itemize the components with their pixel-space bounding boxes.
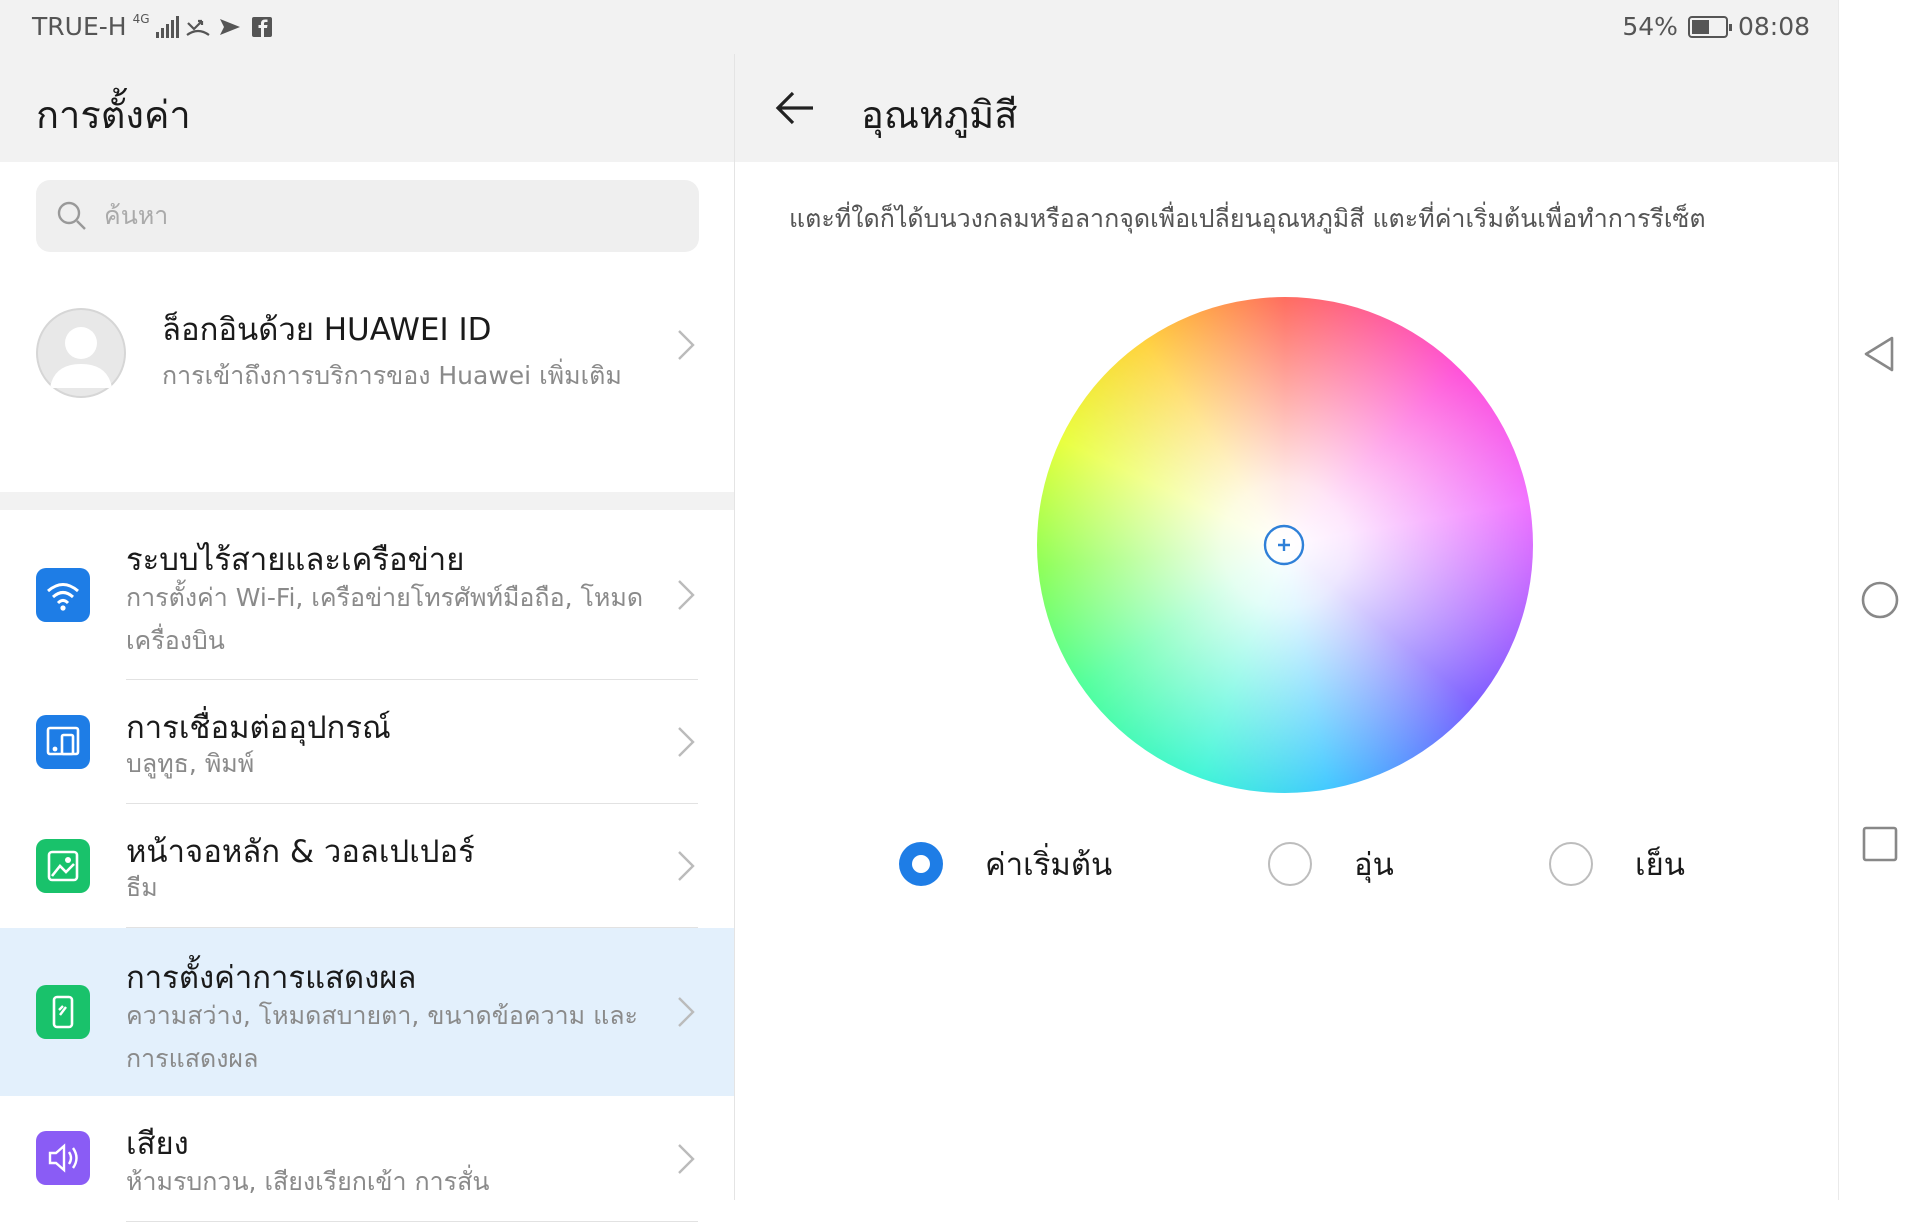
search-placeholder: ค้นหา [104,201,169,230]
option-default[interactable]: ค่าเริ่มต้น [899,834,1112,894]
battery-level-fill [1691,19,1709,34]
option-warm[interactable]: อุ่น [1268,834,1394,894]
search-icon [57,201,86,230]
chevron-right-icon [678,851,695,881]
settings-list-panel: การตั้งค่า ค้นหา ล็อกอินด้วย HUAWEI ID ก… [0,54,734,1222]
sound-icon [36,1131,90,1185]
option-label: ค่าเริ่มต้น [985,847,1113,883]
settings-item-subtitle: ความสว่าง, โหมดสบายตา, ขนาดข้อความ และกา… [126,1001,638,1073]
carrier-label: TRUE-H [32,12,127,41]
avatar [36,308,126,398]
settings-item-subtitle: การตั้งค่า Wi-Fi, เครือข่ายโทรศัพท์มือถื… [126,583,644,655]
account-subtitle: การเข้าถึงการบริการของ Huawei เพิ่มเติม [162,361,622,390]
option-label: อุ่น [1354,847,1394,883]
missed-call-icon [185,19,210,36]
send-icon [219,18,240,35]
chevron-right-icon [678,997,695,1027]
account-title: ล็อกอินด้วย HUAWEI ID [162,312,492,348]
wifi-icon [36,568,90,622]
chevron-right-icon [678,580,695,610]
chevron-right-icon [678,1144,695,1174]
page-title: การตั้งค่า [36,93,191,137]
battery-icon [1687,15,1732,38]
status-left: TRUE-H 4G [32,12,275,41]
network-type: 4G [132,11,150,26]
navigation-bar [1838,0,1920,1200]
recents-square-icon[interactable] [1858,822,1902,866]
option-label: เย็น [1635,847,1685,883]
section-divider [0,492,734,510]
huawei-id-login[interactable]: ล็อกอินด้วย HUAWEI ID การเข้าถึงการบริกา… [0,272,734,492]
chevron-right-icon [678,727,695,757]
settings-item-home-wallpaper[interactable]: หน้าจอหลัก & วอลเปเปอร์ ธีม [0,804,734,928]
back-triangle-icon[interactable] [1858,332,1902,376]
detail-header: อุณหภูมิสี [735,54,1838,162]
settings-item-subtitle: ห้ามรบกวน, เสียงเรียกเข้า การสั่น [126,1167,490,1196]
screen: TRUE-H 4G 54% 08:08 การตั้งค่า ค้นหา ล็อ… [0,0,1920,1222]
home-circle-icon[interactable] [1858,578,1902,622]
settings-item-sound[interactable]: เสียง ห้ามรบกวน, เสียงเรียกเข้า การสั่น [0,1096,734,1222]
settings-item-display[interactable]: การตั้งค่าการแสดงผล ความสว่าง, โหมดสบายต… [0,928,734,1096]
status-right: 54% 08:08 [1622,12,1810,41]
chevron-right-icon [678,330,695,360]
battery-percent: 54% [1622,12,1678,41]
settings-header: การตั้งค่า [0,54,734,162]
radio-warm[interactable] [1268,842,1312,886]
signal-icon [155,15,179,38]
display-icon [36,985,90,1039]
detail-title: อุณหภูมิสี [861,93,1018,137]
device-connection-icon [36,715,90,769]
settings-item-subtitle: ธีม [126,873,158,902]
instruction-text: แตะที่ใดก็ได้บนวงกลมหรือลากจุดเพื่อเปลี่… [789,204,1706,233]
option-cool[interactable]: เย็น [1549,834,1685,894]
facebook-icon [251,16,272,37]
status-bar: TRUE-H 4G 54% 08:08 [0,0,1838,54]
settings-item-device-connection[interactable]: การเชื่อมต่ออุปกรณ์ บลูทูธ, พิมพ์ [0,680,734,804]
temperature-options: ค่าเริ่มต้น อุ่น เย็น [735,834,1838,894]
search-input[interactable]: ค้นหา [36,180,699,252]
settings-item-subtitle: บลูทูธ, พิมพ์ [126,749,255,778]
wallpaper-icon [36,839,90,893]
radio-default[interactable] [899,842,943,886]
color-picker-handle-icon[interactable] [1263,524,1305,566]
color-temperature-panel: อุณหภูมิสี แตะที่ใดก็ได้บนวงกลมหรือลากจุ… [735,54,1838,1200]
settings-item-wireless[interactable]: ระบบไร้สายและเครือข่าย การตั้งค่า Wi-Fi,… [0,510,734,680]
radio-cool[interactable] [1549,842,1593,886]
back-arrow-icon[interactable] [771,84,819,132]
clock: 08:08 [1737,12,1810,41]
